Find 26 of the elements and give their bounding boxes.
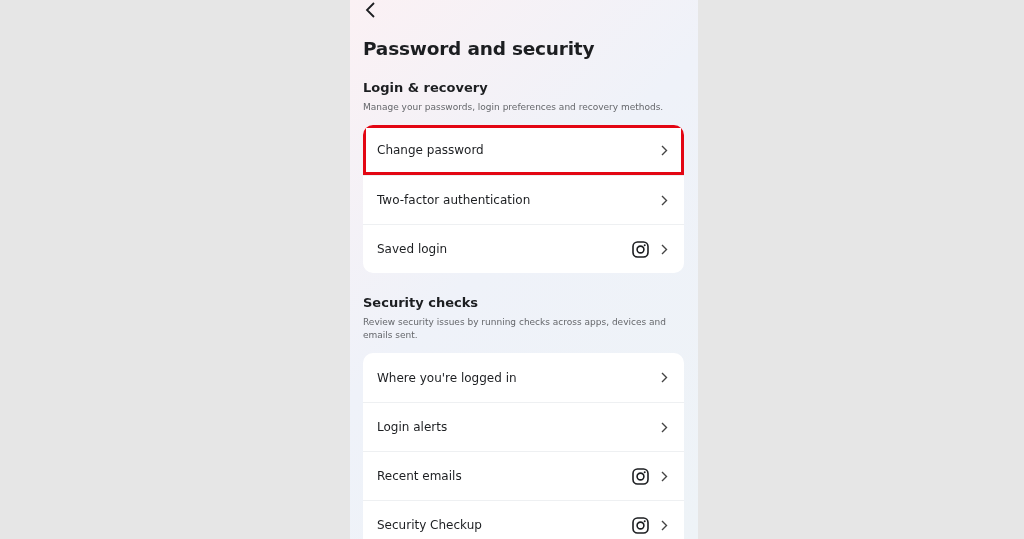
settings-row[interactable]: Saved login [363,224,684,273]
section-heading: Security checks [363,295,480,310]
row-label: Recent emails [377,469,463,483]
chevron-right-icon [661,243,668,255]
section-heading: Login & recovery [363,80,489,95]
settings-row[interactable]: Where you're logged in [363,353,684,402]
section-description: Manage your passwords, login preferences and recovery methods. [363,101,665,114]
settings-row[interactable]: Recent emails [363,451,684,500]
row-label: Security Checkup [377,518,483,532]
section-description: Review security issues by running checks across apps, devices and emails sent. [363,316,667,342]
row-label: Two-factor authentication [377,193,532,207]
settings-row[interactable]: Login alerts [363,402,684,451]
row-label: Saved login [377,242,449,256]
chevron-right-icon [661,519,668,531]
page-title: Password and security [363,38,596,59]
chevron-right-icon [661,372,668,383]
row-label: Change password [377,143,485,157]
chevron-right-icon [661,470,668,482]
settings-row[interactable]: Security Checkup [363,500,684,539]
row-label: Where you're logged in [377,370,518,385]
settings-row[interactable]: Change password [363,125,684,175]
row-label: Login alerts [377,420,449,434]
chevron-right-icon [661,144,668,156]
settings-row[interactable]: Two-factor authentication [363,175,684,224]
chevron-right-icon [661,194,668,206]
chevron-right-icon [661,421,668,433]
